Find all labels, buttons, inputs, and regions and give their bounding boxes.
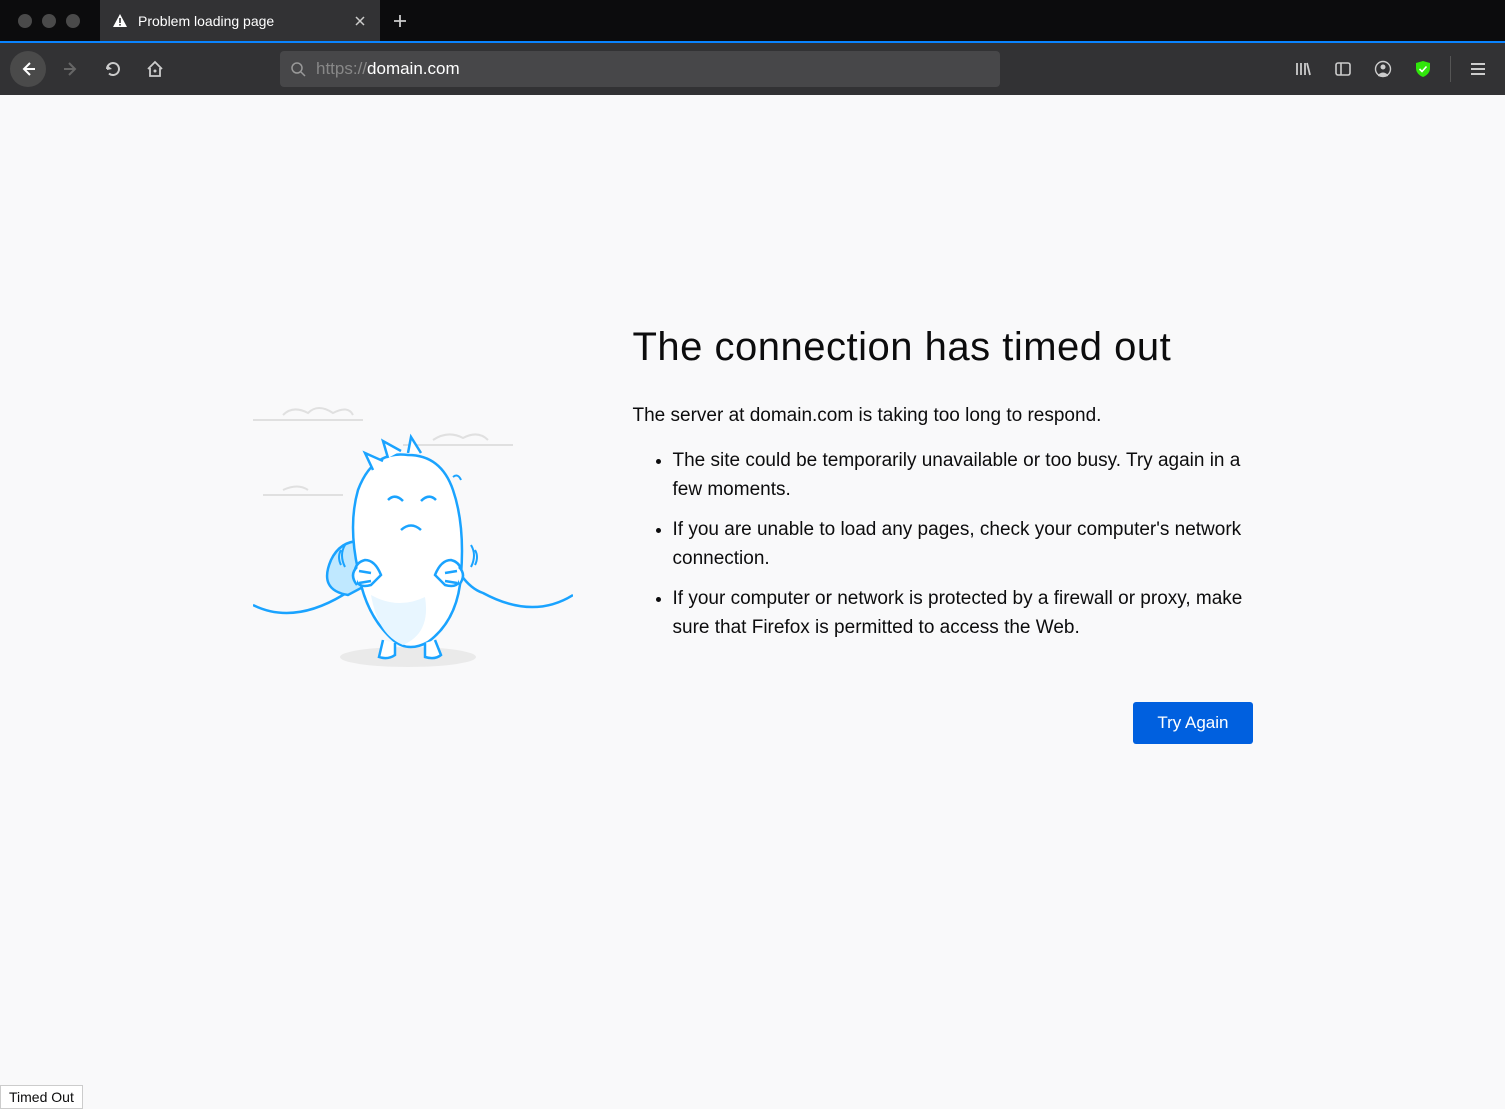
- home-button[interactable]: [138, 52, 172, 86]
- error-title: The connection has timed out: [633, 325, 1253, 370]
- window-maximize-button[interactable]: [66, 14, 80, 28]
- url-bar[interactable]: https://domain.com: [280, 51, 1000, 87]
- back-button[interactable]: [10, 51, 46, 87]
- tab-bar: Problem loading page: [0, 0, 1505, 43]
- try-again-row: Try Again: [633, 702, 1253, 744]
- url-protocol: https://: [316, 59, 367, 79]
- shield-icon[interactable]: [1406, 52, 1440, 86]
- menu-button[interactable]: [1461, 52, 1495, 86]
- error-text-block: The connection has timed out The server …: [633, 325, 1253, 744]
- toolbar-right: [1286, 52, 1495, 86]
- browser-tab[interactable]: Problem loading page: [100, 0, 380, 41]
- toolbar-divider: [1450, 56, 1451, 82]
- reload-button[interactable]: [96, 52, 130, 86]
- url-domain: domain.com: [367, 59, 460, 79]
- window-minimize-button[interactable]: [42, 14, 56, 28]
- error-bullet: If your computer or network is protected…: [673, 585, 1253, 642]
- status-badge: Timed Out: [0, 1085, 83, 1109]
- nav-bar: https://domain.com: [0, 43, 1505, 95]
- error-list: The site could be temporarily unavailabl…: [633, 447, 1253, 642]
- error-bullet: If you are unable to load any pages, che…: [673, 516, 1253, 573]
- window-controls: [10, 0, 100, 41]
- forward-button[interactable]: [54, 52, 88, 86]
- url-text: https://domain.com: [316, 59, 460, 79]
- error-illustration: [253, 325, 573, 744]
- error-subtitle: The server at domain.com is taking too l…: [633, 405, 1253, 427]
- browser-chrome: Problem loading page https://domain.co: [0, 0, 1505, 95]
- page-content: The connection has timed out The server …: [0, 95, 1505, 1109]
- warning-icon: [112, 13, 128, 29]
- library-icon[interactable]: [1286, 52, 1320, 86]
- tab-title: Problem loading page: [138, 13, 342, 29]
- error-container: The connection has timed out The server …: [253, 95, 1253, 744]
- error-bullet: The site could be temporarily unavailabl…: [673, 447, 1253, 504]
- account-icon[interactable]: [1366, 52, 1400, 86]
- tab-close-button[interactable]: [352, 13, 368, 29]
- try-again-button[interactable]: Try Again: [1133, 702, 1252, 744]
- sidebar-icon[interactable]: [1326, 52, 1360, 86]
- search-icon: [290, 61, 306, 77]
- window-close-button[interactable]: [18, 14, 32, 28]
- new-tab-button[interactable]: [380, 0, 420, 41]
